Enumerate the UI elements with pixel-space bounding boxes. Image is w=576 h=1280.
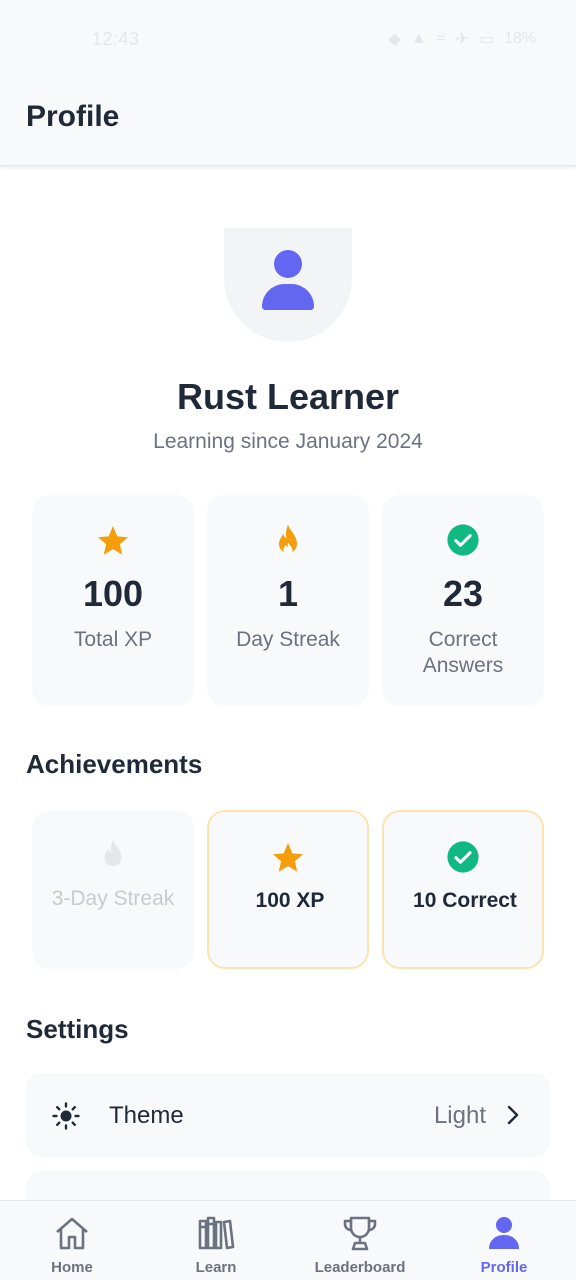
achievement-label: 100 XP [255, 889, 325, 912]
nav-learn[interactable]: Learn [144, 1201, 288, 1280]
trophy-icon [343, 1216, 377, 1251]
setting-theme[interactable]: Theme Light [26, 1073, 550, 1157]
star-icon [209, 840, 367, 876]
member-since: Learning since January 2024 [153, 430, 423, 453]
status-icons: ◆ ▲ ≈ ✈ ▭ 18% [389, 29, 537, 49]
achievement-correct[interactable]: 10 Correct [382, 810, 544, 969]
battery-level: 18% [503, 30, 536, 47]
nav-home[interactable]: Home [0, 1201, 144, 1280]
shield-icon: ◆ [388, 31, 401, 48]
check-circle-icon [382, 523, 544, 559]
stat-value: 23 [442, 573, 484, 614]
setting-next[interactable] [26, 1171, 550, 1200]
avatar [224, 228, 352, 342]
books-icon [198, 1216, 235, 1250]
stat-label: Day Streak [236, 628, 340, 651]
battery-icon: ▭ [478, 31, 494, 48]
app-header: Profile [0, 66, 576, 166]
avatar-body [262, 284, 314, 310]
achievement-streak[interactable]: 3-Day Streak [32, 810, 194, 969]
achievements-title: Achievements [26, 749, 203, 779]
user-icon [489, 1217, 519, 1249]
stat-label: Total XP [73, 628, 153, 651]
setting-value: Light [433, 1102, 486, 1129]
home-icon [56, 1217, 88, 1250]
nav-profile[interactable]: Profile [432, 1201, 576, 1280]
setting-label: Theme [109, 1102, 184, 1129]
chevron-right-icon [507, 1105, 519, 1125]
nav-label: Profile [480, 1259, 528, 1276]
stat-value: 1 [277, 573, 299, 614]
nav-leaderboard[interactable]: Leaderboard [288, 1201, 432, 1280]
achievement-label: 10 Correct [413, 889, 517, 912]
user-name: Rust Learner [176, 376, 400, 417]
stat-card-streak: 1 Day Streak [207, 495, 369, 706]
bottom-nav: Home Learn Leaderboard Profile [0, 1200, 576, 1280]
profile-content[interactable]: Rust Learner Learning since January 2024… [0, 166, 576, 1200]
nav-label: Leaderboard [314, 1259, 406, 1276]
status-time: 12:43 [92, 29, 140, 49]
stat-label: Correct Answers [422, 628, 504, 677]
stat-card-correct: 23 Correct Answers [382, 495, 544, 706]
avatar-head [274, 250, 302, 278]
airplane-icon: ✈ [455, 31, 469, 48]
achievement-label: 3-Day Streak [51, 887, 175, 910]
stat-value: 100 [82, 573, 144, 614]
stat-card-xp: 100 Total XP [32, 495, 194, 706]
star-icon [32, 523, 194, 559]
flame-icon [32, 838, 194, 872]
achievement-xp[interactable]: 100 XP [207, 810, 369, 969]
nav-label: Learn [195, 1259, 237, 1276]
settings-title: Settings [26, 1014, 129, 1044]
flame-icon [207, 523, 369, 559]
signal-icon: ▲ [410, 30, 427, 47]
check-circle-icon [384, 840, 542, 874]
page-title: Profile [26, 100, 120, 133]
status-bar: 12:43 ◆ ▲ ≈ ✈ ▭ 18% [0, 0, 576, 66]
nav-label: Home [51, 1259, 93, 1276]
sun-icon [52, 1102, 80, 1130]
wifi-icon: ≈ [436, 30, 446, 47]
